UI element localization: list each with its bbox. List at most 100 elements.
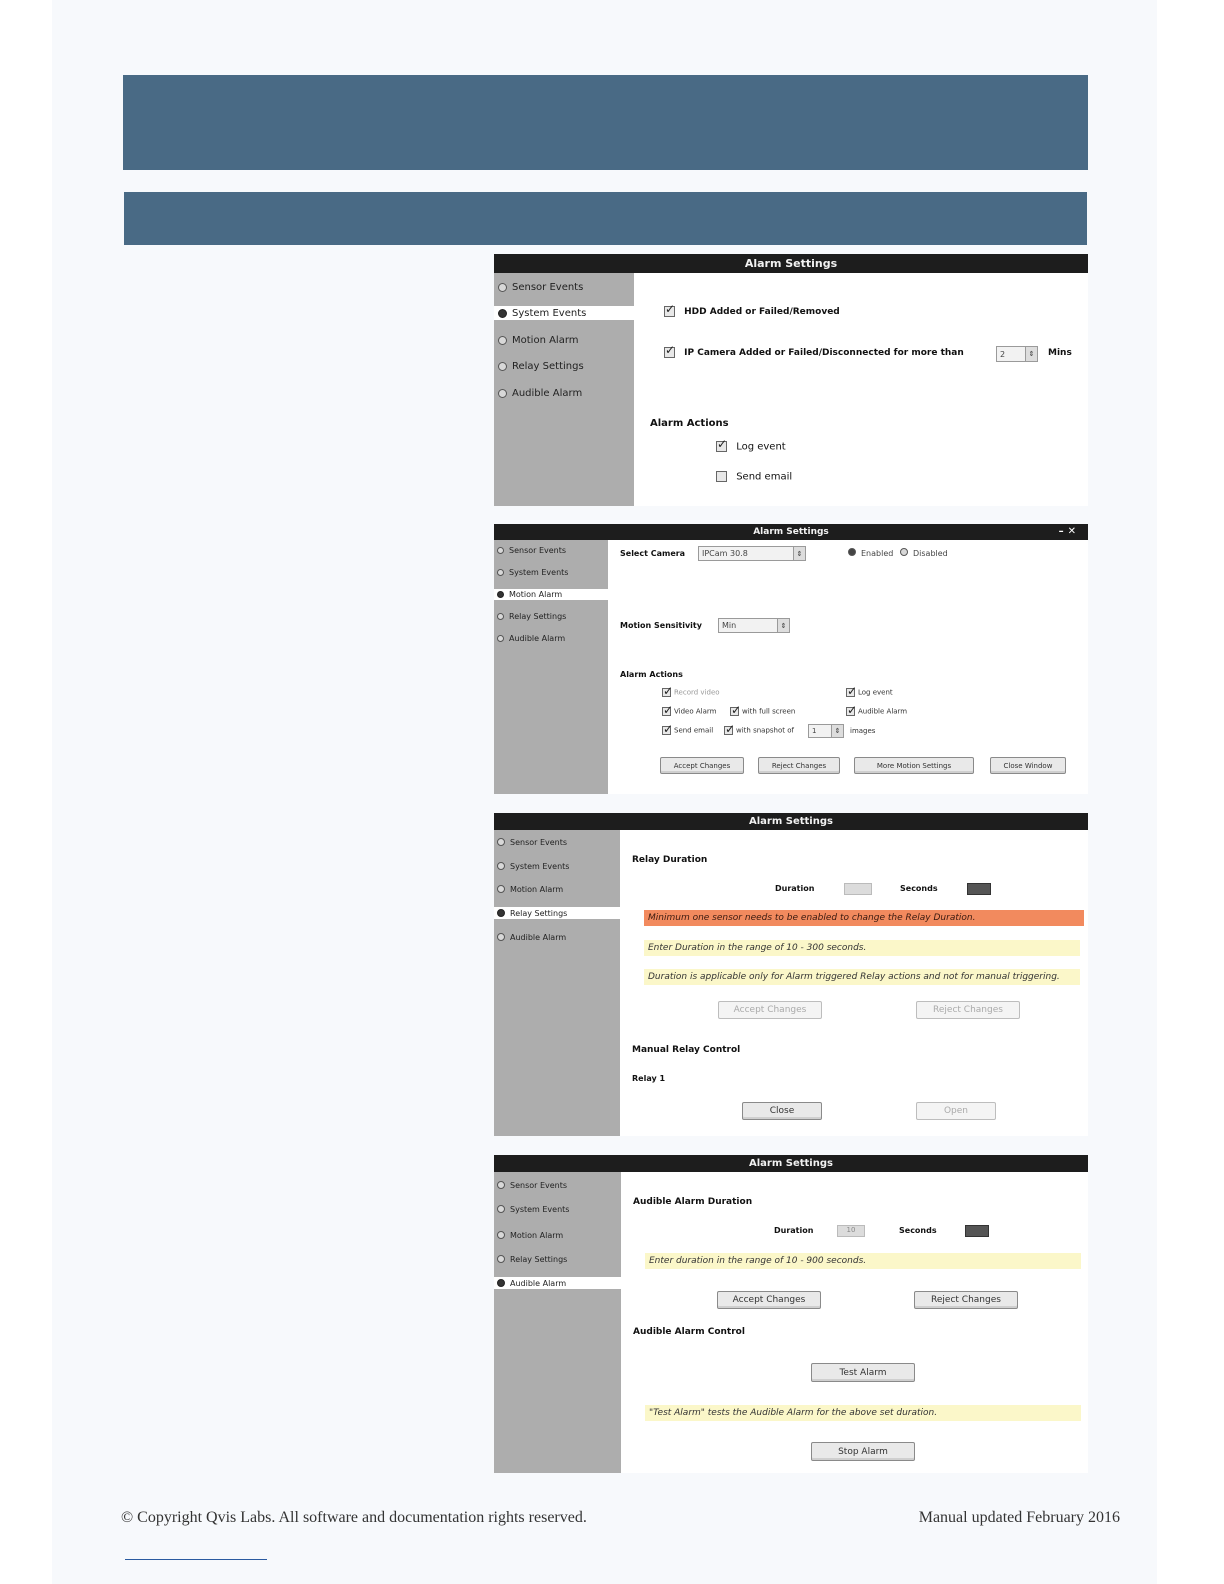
snapshot-count-spinner[interactable]: 1 ⇕ (808, 724, 844, 738)
sidebar-item-audible-alarm[interactable]: Audible Alarm (494, 1277, 621, 1289)
sidebar-item-sensor-events[interactable]: Sensor Events (494, 836, 620, 848)
accept-changes-button[interactable]: Accept Changes (660, 757, 744, 774)
accept-changes-button[interactable]: Accept Changes (718, 1001, 822, 1019)
snapshot-checkbox[interactable] (724, 722, 735, 736)
radio-icon (497, 1279, 505, 1287)
send-email-checkbox[interactable] (716, 471, 727, 482)
sidebar-item-system-events[interactable]: System Events (494, 306, 634, 320)
sidebar-item-audible-alarm[interactable]: Audible Alarm (494, 386, 634, 400)
sensitivity-value: Min (722, 621, 737, 630)
camera-disabled-radio[interactable]: Disabled (900, 548, 948, 558)
sidebar-item-label: Motion Alarm (509, 590, 563, 599)
sidebar-item-system-events[interactable]: System Events (494, 1203, 621, 1215)
sidebar-item-label: Sensor Events (510, 837, 568, 847)
sensitivity-select[interactable]: Min ⇕ (718, 618, 790, 633)
minimize-icon[interactable]: – (1059, 526, 1068, 537)
sidebar-item-system-events[interactable]: System Events (494, 567, 608, 578)
radio-icon (900, 548, 908, 556)
full-screen-option[interactable]: with full screen (730, 703, 795, 717)
screenshot-relay-settings: Alarm Settings Sensor Events System Even… (494, 813, 1088, 1136)
sidebar-item-relay-settings[interactable]: Relay Settings (494, 1253, 621, 1265)
sidebar-item-relay-settings[interactable]: Relay Settings (494, 359, 634, 373)
more-motion-settings-button[interactable]: More Motion Settings (854, 757, 974, 774)
sidebar-item-relay-settings[interactable]: Relay Settings (494, 907, 620, 919)
duration-input[interactable] (844, 883, 872, 895)
dropdown-arrows-icon[interactable]: ⇕ (777, 619, 789, 632)
audible-alarm-checkbox[interactable] (846, 703, 857, 717)
sidebar-item-audible-alarm[interactable]: Audible Alarm (494, 633, 608, 644)
ipcam-checkbox[interactable] (664, 343, 675, 358)
reject-changes-button[interactable]: Reject Changes (758, 757, 840, 774)
radio-icon (497, 569, 504, 576)
spinner-arrows-icon[interactable]: ⇕ (1025, 347, 1037, 361)
screenshot-system-events: Alarm Settings Sensor Events System Even… (494, 254, 1088, 506)
hdd-label: HDD Added or Failed/Removed (684, 307, 840, 317)
sidebar-item-sensor-events[interactable]: Sensor Events (494, 545, 608, 556)
footer-updated: Manual updated February 2016 (918, 1509, 1120, 1526)
manual-relay-control-heading: Manual Relay Control (632, 1045, 741, 1055)
snapshot-option[interactable]: with snapshot of (724, 722, 794, 736)
hdd-checkbox[interactable] (664, 302, 675, 317)
reject-changes-button[interactable]: Reject Changes (914, 1291, 1018, 1309)
relay-duration-heading: Relay Duration (632, 855, 708, 865)
sidebar-item-motion-alarm[interactable]: Motion Alarm (494, 883, 620, 895)
log-event-checkbox[interactable] (846, 684, 857, 698)
ipcam-minutes-value: 2 (1000, 349, 1006, 359)
reject-changes-button[interactable]: Reject Changes (916, 1001, 1020, 1019)
camera-enabled-radio[interactable]: Enabled (848, 548, 893, 558)
sidebar-item-motion-alarm[interactable]: Motion Alarm (494, 589, 608, 600)
sidebar-item-system-events[interactable]: System Events (494, 860, 620, 872)
disabled-label: Disabled (913, 549, 948, 558)
close-icon[interactable]: ✕ (1068, 526, 1080, 537)
sidebar-item-label: Audible Alarm (512, 387, 583, 399)
sidebar-item-relay-settings[interactable]: Relay Settings (494, 611, 608, 622)
audible-alarm-label: Audible Alarm (858, 707, 908, 716)
alarm-sidebar: Sensor Events System Events Motion Alarm… (494, 1172, 621, 1473)
test-alarm-button[interactable]: Test Alarm (811, 1363, 915, 1382)
log-event-checkbox[interactable] (716, 437, 727, 452)
sidebar-item-sensor-events[interactable]: Sensor Events (494, 1179, 621, 1191)
duration-input[interactable]: 10 (837, 1225, 865, 1237)
alarm-actions-heading: Alarm Actions (650, 418, 729, 429)
screenshot-motion-alarm: Alarm Settings –✕ Sensor Events System E… (494, 524, 1088, 794)
dropdown-arrows-icon[interactable]: ⇕ (793, 547, 805, 560)
window-title: Alarm Settings (749, 816, 833, 827)
sidebar-item-motion-alarm[interactable]: Motion Alarm (494, 1229, 621, 1241)
audible-alarm-option[interactable]: Audible Alarm (846, 703, 908, 717)
sidebar-item-sensor-events[interactable]: Sensor Events (494, 280, 634, 294)
sidebar-item-label: Relay Settings (509, 612, 567, 621)
log-event-option[interactable]: Log event (716, 437, 786, 453)
ipcam-minutes-spinner[interactable]: 2 ⇕ (996, 346, 1038, 362)
record-video-checkbox[interactable] (662, 684, 673, 698)
header-banner (123, 75, 1088, 170)
footer-copyright: © Copyright Qvis Labs. All software and … (121, 1509, 587, 1526)
radio-icon (497, 613, 504, 620)
log-event-option[interactable]: Log event (846, 684, 893, 698)
relay-open-button[interactable]: Open (916, 1102, 996, 1120)
spinner-arrows-icon[interactable]: ⇕ (831, 725, 843, 737)
seconds-indicator (967, 883, 991, 895)
send-email-option[interactable]: Send email (716, 471, 792, 483)
video-alarm-option[interactable]: Video Alarm (662, 703, 716, 717)
sidebar-item-motion-alarm[interactable]: Motion Alarm (494, 333, 634, 347)
hdd-option[interactable]: HDD Added or Failed/Removed (664, 302, 840, 317)
log-event-label: Log event (736, 441, 786, 453)
camera-select[interactable]: IPCam 30.8 ⇕ (698, 546, 806, 561)
send-email-checkbox[interactable] (662, 722, 673, 736)
record-video-option[interactable]: Record video (662, 684, 720, 698)
send-email-option[interactable]: Send email (662, 722, 713, 736)
relay-close-button[interactable]: Close (742, 1102, 822, 1120)
radio-icon (498, 308, 507, 318)
test-alarm-note: "Test Alarm" tests the Audible Alarm for… (645, 1405, 1081, 1421)
sidebar-item-label: Relay Settings (510, 1254, 568, 1264)
accept-changes-button[interactable]: Accept Changes (717, 1291, 821, 1309)
camera-select-value: IPCam 30.8 (702, 549, 748, 558)
radio-icon (497, 838, 505, 846)
stop-alarm-button[interactable]: Stop Alarm (811, 1442, 915, 1461)
video-alarm-checkbox[interactable] (662, 703, 673, 717)
close-window-button[interactable]: Close Window (990, 757, 1066, 774)
sidebar-item-audible-alarm[interactable]: Audible Alarm (494, 931, 620, 943)
relay-settings-panel: Relay Duration Duration Seconds Minimum … (620, 830, 1088, 1136)
full-screen-checkbox[interactable] (730, 703, 741, 717)
ipcam-option[interactable]: IP Camera Added or Failed/Disconnected f… (664, 343, 964, 358)
